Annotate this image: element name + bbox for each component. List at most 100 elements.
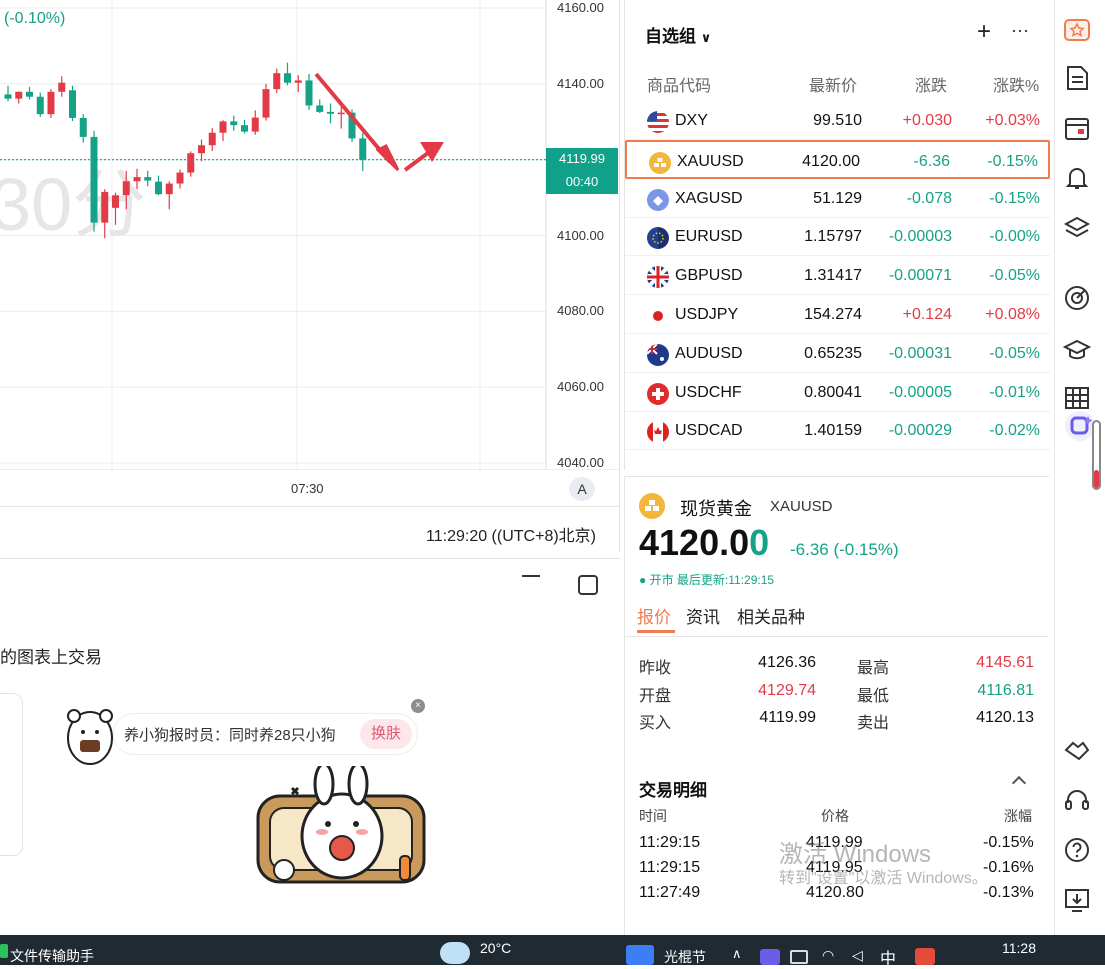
wifi-icon[interactable]: ◠ (822, 947, 834, 964)
sogou-icon[interactable] (915, 948, 935, 965)
price-change-pct: -0.05% (989, 344, 1040, 362)
ai-tray-icon[interactable] (760, 949, 780, 965)
close-icon[interactable]: × (411, 699, 425, 713)
candle-countdown: 00:40 (546, 170, 618, 194)
au-flag-icon (647, 343, 669, 366)
watchlist-row-eurusd[interactable]: EURUSD 1.15797 -0.00003 -0.00% (625, 217, 1050, 257)
weather-cloud-icon[interactable] (440, 942, 470, 964)
speaker-icon[interactable]: ◁ (852, 947, 863, 964)
graduation-cap-icon[interactable] (1063, 336, 1091, 364)
quote-value: 4129.74 (758, 681, 816, 699)
quote-value: 4145.61 (976, 654, 1034, 671)
taskbar-app-icon[interactable] (626, 945, 654, 965)
last-price: 0.80041 (804, 383, 862, 401)
annotation-arrowhead (375, 143, 400, 172)
symbol-code: USDCAD (675, 422, 743, 440)
time-tick-label: 07:30 (291, 481, 324, 496)
bell-icon[interactable] (1063, 164, 1091, 192)
watchlist-star-icon[interactable] (1063, 14, 1091, 42)
candle-body (15, 91, 23, 99)
thermometer-fill (1094, 470, 1099, 488)
download-icon[interactable] (1063, 886, 1091, 914)
watchlist-row-xagusd[interactable]: XAGUSD 51.129 -0.078 -0.15% (625, 179, 1050, 218)
candle-body (26, 91, 33, 97)
quote-label: 开盘 (639, 687, 672, 705)
radar-icon[interactable] (1063, 284, 1091, 312)
price-change-pct: +0.08% (985, 306, 1040, 323)
header-change-pct[interactable]: 涨跌% (993, 72, 1039, 96)
watchlist-row-usdchf[interactable]: USDCHF 0.80041 -0.00005 -0.01% (625, 373, 1050, 412)
chevron-down-icon: ∨ (700, 30, 712, 45)
price-tick-label: 4040.00 (557, 455, 604, 470)
quote-value: 4120.13 (976, 709, 1034, 726)
chart-change-pct: (-0.10%) (4, 10, 66, 27)
taskbar-app-label[interactable]: 光棍节 (664, 947, 706, 967)
candle-body (69, 90, 76, 118)
watchlist-row-usdcad[interactable]: USDCAD 1.40159 -0.00029 -0.02% (625, 411, 1050, 451)
taskbar-app-file-transfer[interactable]: 文件传输助手 (10, 946, 94, 966)
headset-icon[interactable] (1063, 786, 1091, 814)
help-icon[interactable] (1063, 836, 1091, 864)
jp-flag-icon (647, 305, 669, 327)
watchlist-row-audusd[interactable]: AUDUSD 0.65235 -0.00031 -0.05% (625, 334, 1050, 373)
price-change: -0.00031 (888, 344, 952, 362)
tab-related[interactable]: 相关品种 (737, 603, 805, 628)
watchlist-row-usdjpy[interactable]: USDJPY 154.274 +0.124 +0.08% (625, 295, 1050, 334)
maximize-icon[interactable] (578, 575, 598, 595)
chevron-up-tray-icon[interactable]: ∧ (732, 946, 742, 962)
candle-body (176, 172, 184, 184)
price-change: -0.00005 (888, 383, 952, 401)
layers-icon[interactable] (1063, 214, 1091, 242)
document-icon[interactable] (1063, 64, 1091, 92)
candlestick-chart[interactable]: 30分 (0, 0, 620, 470)
tab-news[interactable]: 资讯 (686, 603, 720, 628)
handshake-icon[interactable] (1063, 736, 1091, 764)
watchlist-row-xauusd[interactable]: XAUUSD 4120.00 -6.36 -0.15% (625, 139, 1050, 179)
watchlist-group-selector[interactable]: 自选组 ∨ (645, 22, 711, 47)
windows-watermark-sub: 转到"设置"以激活 Windows。 (779, 870, 988, 887)
candle-body (294, 80, 302, 83)
bunny-mascot-icon[interactable] (252, 766, 430, 890)
header-change[interactable]: 涨跌 (915, 72, 947, 96)
divider (624, 636, 1049, 637)
battery-icon[interactable] (790, 950, 808, 964)
broker-card[interactable] (0, 693, 23, 856)
watchlist-row-dxy[interactable]: DXY 99.510 +0.030 +0.03% (625, 101, 1050, 140)
candle-body (284, 73, 291, 83)
last-price: 1.40159 (804, 422, 862, 440)
symbol-code: EURUSD (675, 228, 743, 246)
header-code[interactable]: 商品代码 (647, 72, 711, 96)
candle-body (316, 105, 324, 112)
symbol-code: DXY (675, 112, 708, 129)
quote-label: 买入 (639, 715, 672, 732)
auto-scale-button[interactable]: A (569, 477, 595, 501)
trade-time: 11:29:15 (639, 834, 701, 851)
ime-indicator[interactable]: 中 (880, 945, 896, 969)
watchlist-row-gbpusd[interactable]: GBPUSD 1.31417 -0.00071 -0.05% (625, 256, 1050, 296)
symbol-code: USDJPY (675, 306, 739, 323)
symbol-code: AUDUSD (675, 344, 743, 362)
chart-clock[interactable]: 11:29:20 ((UTC+8)北京) (426, 522, 596, 546)
skin-change-button[interactable]: 换肤 (360, 719, 412, 749)
candle-body (187, 153, 195, 173)
candle-body (305, 80, 313, 106)
trade-pct: -0.16% (983, 859, 1034, 876)
more-icon[interactable]: ··· (1011, 20, 1029, 41)
price-change: +0.030 (902, 112, 952, 129)
add-icon[interactable]: + (977, 18, 991, 46)
current-price-tag: 4119.99 (546, 148, 618, 170)
tab-quote[interactable]: 报价 (637, 603, 671, 628)
calendar-icon[interactable] (1063, 114, 1091, 142)
wechat-icon[interactable] (0, 944, 8, 958)
candle-body (359, 138, 367, 160)
trade-time: 11:29:15 (639, 859, 701, 876)
chart-clock-bar: 11:29:20 ((UTC+8)北京) (0, 506, 620, 552)
candle-body (230, 121, 238, 126)
minimize-icon[interactable] (522, 575, 540, 577)
taskbar-clock[interactable]: 11:28 (1002, 940, 1036, 956)
taskbar-weather[interactable]: 20°C (480, 940, 511, 956)
header-price[interactable]: 最新价 (809, 72, 857, 96)
candle-body (101, 191, 109, 223)
price-tick-label: 4140.00 (557, 75, 604, 91)
grid-table-icon[interactable] (1063, 384, 1091, 412)
